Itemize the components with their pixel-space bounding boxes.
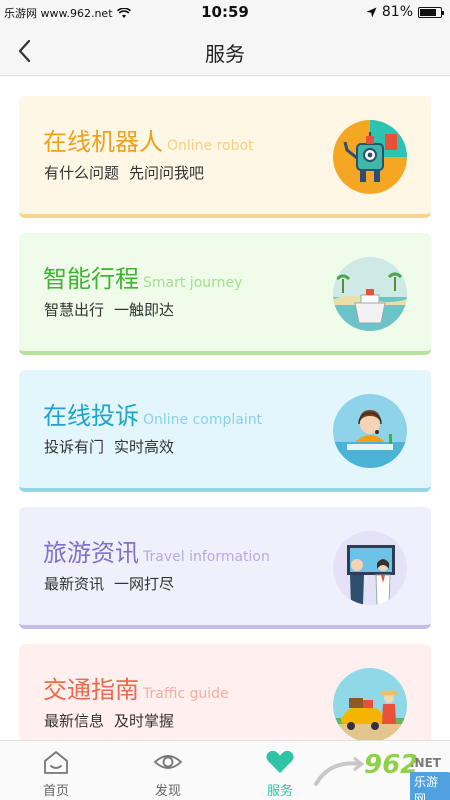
card-desc-1: 有什么问题 [44,164,120,182]
robot-icon [333,120,407,194]
card-desc-1: 投诉有门 [44,438,105,456]
card-title-text: 旅游资讯 [43,539,139,567]
watermark-cn: 乐游网 [410,772,450,800]
cruise-ship-icon [333,257,407,331]
watermark-swoosh-icon [314,756,364,786]
card-desc-2: 一触即达 [114,301,175,319]
card-title: 在线机器人 Online robot [43,122,254,157]
nav-bar: 服务 [0,26,450,76]
battery-icon [418,6,444,18]
card-traffic-guide[interactable]: 交通指南 Traffic guide 最新信息 及时掌握 [19,644,431,740]
card-title-en: Travel information [143,549,270,565]
news-anchors-icon [333,531,407,605]
card-title-text: 智能行程 [43,265,139,293]
card-title: 在线投诉 Online complaint [43,396,262,431]
status-right: 81% [366,4,444,20]
card-title-text: 在线投诉 [43,402,139,430]
home-icon [44,751,68,774]
card-desc: 投诉有门 实时高效 [44,436,174,457]
card-title-en: Online complaint [143,412,263,428]
card-desc: 智慧出行 一触即达 [44,299,174,320]
card-desc-1: 智慧出行 [44,301,105,319]
watermark-logo: 962 .NET 乐游网 [310,748,450,800]
card-desc-2: 实时高效 [114,438,175,456]
card-title-en: Online robot [167,138,254,154]
page-title: 服务 [205,42,245,66]
card-desc: 最新资讯 一网打尽 [44,573,174,594]
eye-icon [153,755,183,769]
card-smart-journey[interactable]: 智能行程 Smart journey 智慧出行 一触即达 [19,233,431,355]
card-travel-information[interactable]: 旅游资讯 Travel information 最新资讯 一网打尽 [19,507,431,629]
card-desc: 最新信息 及时掌握 [44,710,174,731]
tab-discover-label: 发现 [154,784,181,799]
card-title-text: 交通指南 [43,676,139,704]
service-list: 在线机器人 Online robot 有什么问题 先问问我吧 智能行程 Smart j… [0,77,450,740]
tab-home-label: 首页 [42,784,69,799]
card-desc-2: 先问问我吧 [129,164,205,182]
car-traveler-icon [333,668,407,740]
card-desc-2: 一网打尽 [114,575,175,593]
card-title: 交通指南 Traffic guide [43,670,229,705]
card-title-en: Traffic guide [143,686,229,702]
status-bar: 乐游网 www.962.net 10:59 81% [0,0,450,26]
battery-percent: 81% [381,4,413,20]
heart-icon [266,750,294,773]
watermark-net: .NET [410,756,441,770]
card-title-en: Smart journey [143,275,243,291]
card-desc-2: 及时掌握 [114,712,175,730]
customer-service-icon [333,394,407,468]
battery-fill [420,8,436,16]
card-desc-1: 最新信息 [44,712,105,730]
card-online-complaint[interactable]: 在线投诉 Online complaint 投诉有门 实时高效 [19,370,431,492]
tab-discover[interactable]: 发现 [112,741,224,800]
card-online-robot[interactable]: 在线机器人 Online robot 有什么问题 先问问我吧 [19,96,431,218]
card-title: 旅游资讯 Travel information [43,533,270,568]
card-title: 智能行程 Smart journey [43,259,242,294]
location-arrow-icon [366,7,377,17]
card-desc: 有什么问题 先问问我吧 [44,162,204,183]
tab-home[interactable]: 首页 [0,741,112,800]
card-desc-1: 最新资讯 [44,575,105,593]
card-title-text: 在线机器人 [43,128,163,156]
